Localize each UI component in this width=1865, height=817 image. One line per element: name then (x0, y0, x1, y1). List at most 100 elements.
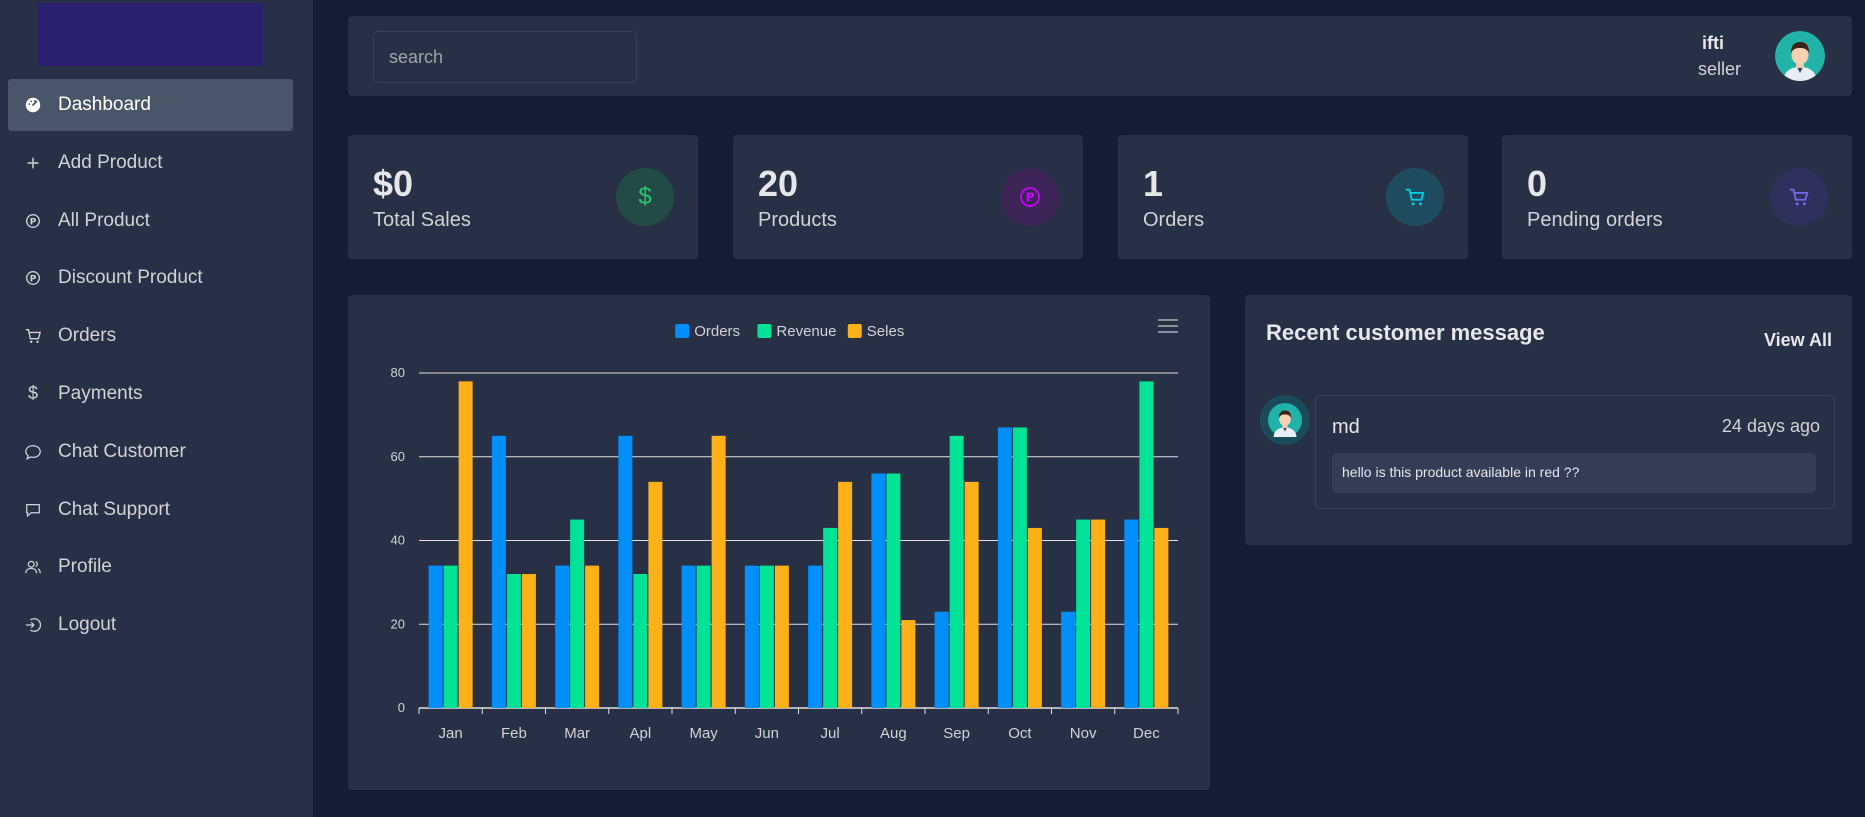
bar-orders-oct (997, 427, 1012, 708)
stat-card-products: 20 Products P (733, 135, 1083, 259)
bar-seles-apl (648, 481, 663, 708)
sidebar-item-chat-customer[interactable]: Chat Customer (8, 426, 293, 478)
bar-revenue-jun (759, 565, 774, 708)
bar-orders-dec (1124, 519, 1139, 708)
chart-menu-icon[interactable] (1158, 319, 1178, 335)
chat-bubble-icon (22, 441, 44, 463)
sidebar-item-orders[interactable]: Orders (8, 310, 293, 362)
svg-text:P: P (30, 217, 37, 227)
sidebar-item-label: Dashboard (58, 94, 151, 115)
search-input[interactable] (373, 31, 637, 83)
product-icon: P (22, 210, 44, 232)
bar-orders-jun (744, 565, 759, 708)
x-tick-label: Dec (1133, 725, 1160, 742)
x-tick-label: May (689, 725, 718, 742)
view-all-link[interactable]: View All (1764, 330, 1832, 351)
y-tick-label: 20 (391, 616, 405, 631)
panel-title: Recent customer message (1266, 320, 1545, 345)
legend-label: Orders (694, 323, 740, 340)
x-tick-label: Sep (943, 725, 970, 742)
message-item[interactable]: md 24 days ago hello is this product ava… (1315, 395, 1835, 509)
chart-panel: 0 20 40 60 80 Jan Feb Mar Apl May Jun Jul Aug Sep Oct N… (348, 295, 1210, 790)
sidebar-item-label: Payments (58, 382, 143, 404)
bar-orders-aug (871, 473, 886, 708)
sidebar-item-label: Add Product (58, 151, 163, 173)
sidebar-item-logout[interactable]: Logout (8, 599, 293, 651)
bar-revenue-jan (443, 565, 458, 708)
y-tick-label: 40 (391, 533, 405, 548)
stat-label: Products (758, 209, 837, 231)
product-icon: P (22, 267, 44, 289)
sidebar-item-label: Profile (58, 556, 112, 578)
legend-label: Revenue (776, 323, 836, 340)
sidebar-item-profile[interactable]: Profile (8, 541, 293, 593)
sidebar-item-label: Chat Support (58, 498, 170, 520)
sidebar-nav: Dashboard Add Product P All Product P Di… (8, 79, 293, 657)
stat-value: $0 (373, 163, 414, 204)
sidebar-item-dashboard[interactable]: Dashboard (8, 79, 293, 131)
stat-label: Pending orders (1527, 209, 1663, 231)
bar-orders-jul (808, 565, 823, 708)
stat-label: Orders (1143, 209, 1205, 231)
bar-revenue-mar (570, 519, 585, 708)
bar-revenue-apl (633, 574, 648, 708)
bar-orders-may (681, 565, 696, 708)
stat-card-orders: 1 Orders (1118, 135, 1468, 259)
legend-swatch (847, 324, 862, 338)
x-tick-label: Aug (880, 725, 907, 742)
x-tick-label: Feb (501, 725, 527, 742)
y-tick-label: 0 (398, 700, 405, 715)
sidebar-item-payments[interactable]: $ Payments (8, 368, 293, 420)
dollar-icon: $ (27, 383, 38, 404)
plus-icon (22, 152, 44, 174)
top-bar: ifti seller (348, 16, 1852, 96)
product-icon: P (1001, 168, 1059, 226)
sidebar-item-label: All Product (58, 209, 150, 231)
stat-value: 1 (1143, 163, 1164, 204)
sidebar-item-add-product[interactable]: Add Product (8, 137, 293, 189)
orders-revenue-chart: 0 20 40 60 80 Jan Feb Mar Apl May Jun Jul Aug Sep Oct N… (391, 323, 1179, 742)
bar-seles-nov (1091, 519, 1106, 708)
x-tick-label: Jul (821, 725, 840, 742)
avatar[interactable] (1775, 31, 1825, 81)
stat-label: Total Sales (373, 209, 471, 231)
bar-seles-oct (1027, 527, 1042, 708)
bar-seles-feb (521, 574, 536, 708)
x-tick-label: Jun (755, 725, 779, 742)
bar-revenue-dec (1139, 381, 1154, 708)
dashboard-icon (22, 94, 44, 116)
bar-orders-jan (428, 565, 443, 708)
bar-orders-feb (491, 435, 506, 708)
bar-seles-mar (585, 565, 600, 708)
sidebar-item-all-product[interactable]: P All Product (8, 195, 293, 247)
users-icon (22, 556, 44, 578)
sidebar-item-label: Orders (58, 325, 117, 347)
cart-icon (22, 325, 44, 347)
bar-seles-jan (458, 381, 473, 708)
stat-card-total-sales: $0 Total Sales $ (348, 135, 698, 259)
legend-swatch (757, 324, 772, 338)
bar-orders-mar (555, 565, 570, 708)
sidebar-item-label: Logout (58, 614, 117, 636)
dollar-icon: $ (616, 168, 674, 226)
stat-value: 0 (1527, 163, 1548, 204)
user-name: ifti (1702, 33, 1724, 53)
bar-revenue-jul (823, 527, 838, 708)
message-sender: md (1332, 416, 1360, 438)
bar-orders-nov (1061, 611, 1076, 708)
sidebar-item-discount-product[interactable]: P Discount Product (8, 252, 293, 304)
sidebar-item-chat-support[interactable]: Chat Support (8, 484, 293, 536)
x-tick-label: Mar (564, 725, 590, 742)
recent-messages-panel: Recent customer message View All md 24 d… (1245, 295, 1852, 545)
cart-icon (1386, 168, 1444, 226)
svg-text:P: P (1026, 191, 1035, 205)
avatar (1260, 395, 1310, 445)
stat-card-pending-orders: 0 Pending orders (1502, 135, 1852, 259)
bar-seles-jun (774, 565, 789, 708)
x-tick-label: Apl (630, 725, 652, 742)
bar-revenue-nov (1076, 519, 1091, 708)
sidebar-item-label: Discount Product (58, 267, 203, 289)
x-tick-label: Oct (1008, 725, 1032, 742)
logo[interactable] (38, 3, 263, 66)
bar-seles-aug (901, 620, 916, 708)
